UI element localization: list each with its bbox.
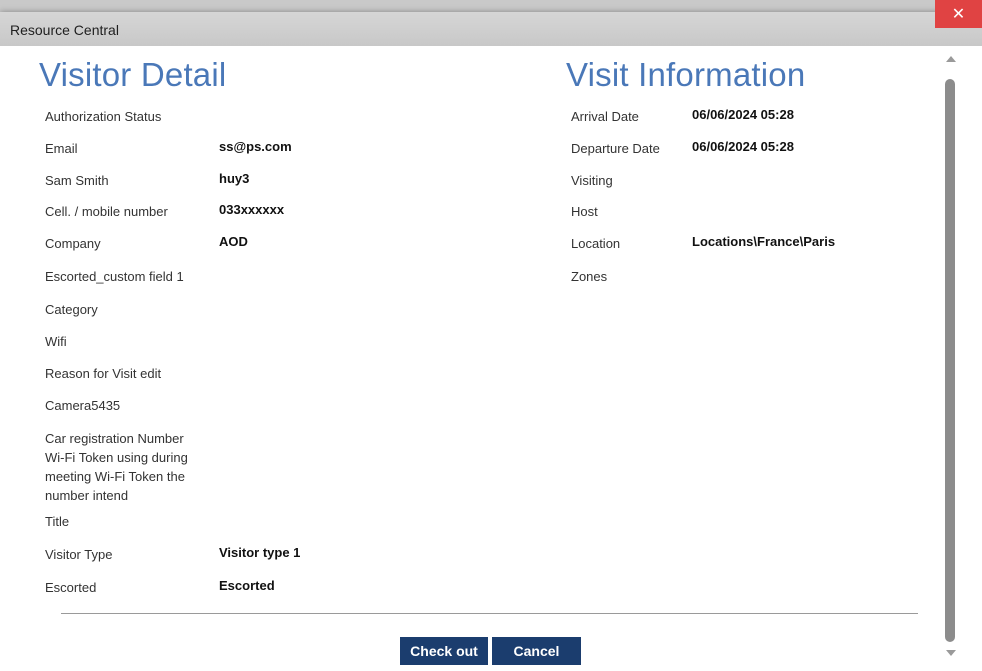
field-value-departure-date: 06/06/2024 05:28 (692, 139, 794, 154)
dialog-window: Resource Central ✕ Visitor Detail Author… (0, 0, 982, 671)
close-icon: ✕ (951, 6, 966, 23)
cancel-button[interactable]: Cancel (492, 637, 581, 665)
field-label-visitor-type: Visitor Type (45, 547, 113, 562)
field-value-name: huy3 (219, 171, 250, 186)
field-label-email: Email (45, 141, 78, 156)
field-label-reason-for-visit: Reason for Visit edit (45, 366, 162, 381)
field-value-location: Locations\France\Paris (692, 234, 836, 249)
field-label-category: Category (45, 302, 98, 317)
close-button[interactable]: ✕ (935, 0, 982, 28)
field-value-escorted: Escorted (219, 578, 275, 593)
field-label-escorted-custom-field: Escorted_custom field 1 (45, 269, 184, 284)
scroll-up-icon[interactable] (946, 56, 956, 62)
field-label-name: Sam Smith (45, 173, 109, 188)
field-value-email: ss@ps.com (219, 139, 292, 154)
field-label-car-registration: Car registration Number Wi-Fi Token usin… (45, 431, 188, 503)
scrollbar-thumb[interactable] (945, 79, 955, 642)
title-bar: Resource Central (0, 12, 982, 46)
visitor-detail-heading: Visitor Detail (39, 56, 227, 93)
field-label-escorted: Escorted (45, 580, 97, 595)
field-value-mobile: 033xxxxxx (219, 202, 285, 217)
field-label-title: Title (45, 514, 70, 529)
footer-divider (61, 613, 918, 614)
field-label-mobile: Cell. / mobile number (45, 204, 168, 219)
scroll-down-icon[interactable] (946, 650, 956, 656)
field-label-location: Location (571, 236, 621, 251)
field-label-wifi: Wifi (45, 334, 67, 349)
dialog-content: Visitor Detail Authorization Status Emai… (0, 46, 940, 671)
field-value-company: AOD (219, 234, 248, 249)
field-label-visiting: Visiting (571, 173, 613, 188)
field-label-zones: Zones (571, 269, 608, 284)
visit-information-heading: Visit Information (566, 56, 806, 93)
field-value-arrival-date: 06/06/2024 05:28 (692, 107, 794, 122)
check-out-button[interactable]: Check out (400, 637, 488, 665)
field-label-host: Host (571, 204, 598, 219)
window-title: Resource Central (10, 22, 119, 38)
field-label-arrival-date: Arrival Date (571, 109, 639, 124)
field-value-visitor-type: Visitor type 1 (219, 545, 301, 560)
vertical-scrollbar[interactable] (940, 46, 967, 671)
field-label-company: Company (45, 236, 101, 251)
field-label-authorization-status: Authorization Status (45, 109, 162, 124)
field-label-departure-date: Departure Date (571, 141, 660, 156)
field-label-camera: Camera5435 (45, 398, 121, 413)
